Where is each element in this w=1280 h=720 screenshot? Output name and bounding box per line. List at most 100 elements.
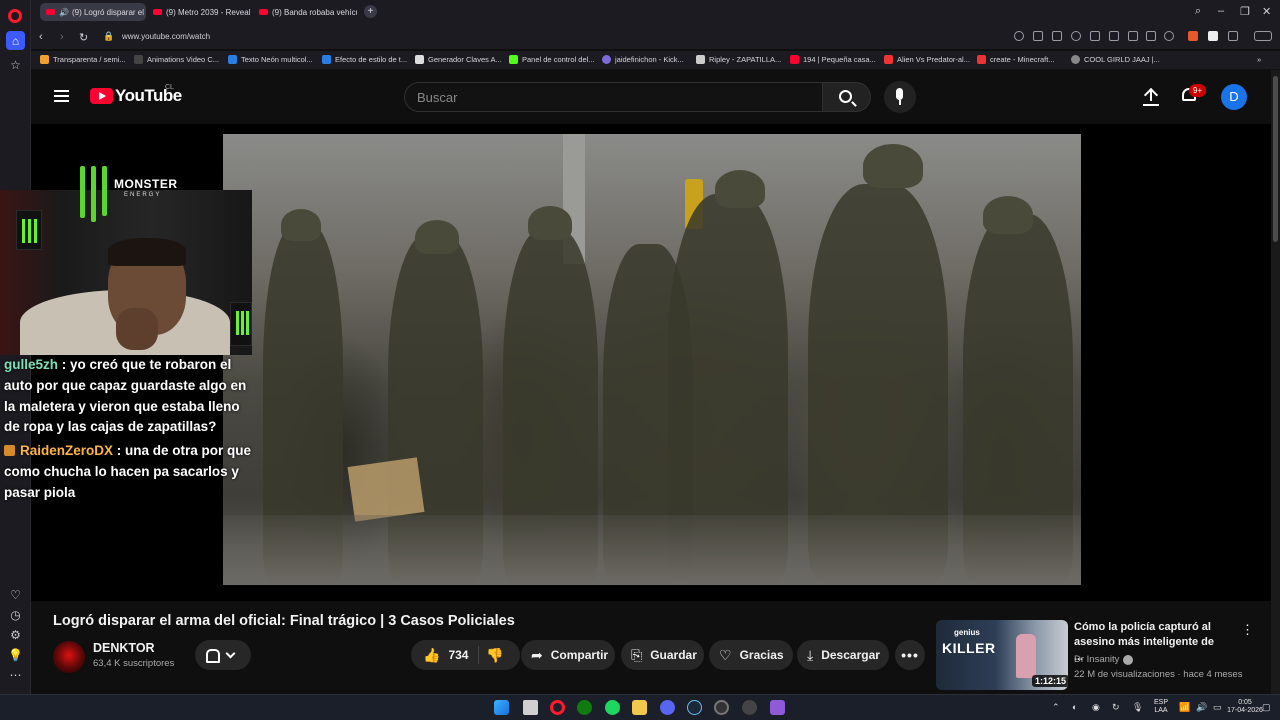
monster-logo: MONSTER — [114, 177, 178, 191]
channel-avatar[interactable] — [53, 641, 85, 673]
heart-icon[interactable]: ♡ — [6, 585, 25, 604]
app-icon[interactable] — [742, 700, 757, 715]
url-field[interactable]: www.youtube.com/watch — [122, 32, 210, 41]
shield-icon[interactable] — [1071, 31, 1081, 41]
helmet — [415, 220, 459, 254]
share-button[interactable]: ➦ Compartir — [521, 640, 615, 670]
xbox-icon[interactable] — [577, 700, 592, 715]
close-button[interactable]: ✕ — [1262, 5, 1271, 18]
lock-icon: 🔒 — [103, 31, 115, 41]
search-input[interactable]: Buscar — [404, 82, 823, 112]
minimize-button[interactable]: – — [1218, 5, 1224, 17]
search-page-icon[interactable] — [1014, 31, 1024, 41]
windows-start-icon[interactable] — [494, 700, 509, 715]
bookmark-item[interactable]: Transparenta / semi... — [40, 55, 126, 64]
channel-name[interactable]: DENKTOR — [93, 641, 155, 655]
steam-icon[interactable] — [687, 700, 702, 715]
ai-icon[interactable] — [1254, 31, 1272, 41]
tray-mic-icon[interactable]: 🎙 — [1132, 702, 1143, 713]
file-explorer-icon[interactable] — [632, 700, 647, 715]
recommended-channel[interactable]: Dr Insanity — [1074, 654, 1134, 665]
helmet — [863, 144, 923, 188]
heart-outline-icon[interactable] — [1090, 31, 1100, 41]
search-tabs-icon[interactable]: ⌕ — [1195, 5, 1201, 18]
like-button[interactable]: 👍 734 👎 — [411, 640, 520, 670]
opera-logo-icon[interactable] — [8, 9, 22, 23]
opera-taskbar-icon[interactable] — [550, 700, 565, 715]
voice-search-button[interactable] — [884, 81, 916, 113]
tab-3[interactable]: (9) Banda robaba vehículo — [253, 3, 357, 21]
youtube-logo-icon[interactable] — [90, 88, 113, 104]
kebab-menu-icon[interactable]: ⋮ — [1241, 622, 1254, 638]
extension-icon[interactable] — [1208, 31, 1218, 41]
chat-overlay: gulle5zh : yo creó que te robaron el aut… — [4, 355, 254, 507]
tray-app-icon[interactable]: ◐ — [1072, 702, 1077, 712]
play-icon[interactable] — [1109, 31, 1119, 41]
spotify-icon[interactable] — [605, 700, 620, 715]
extension-icon[interactable] — [1188, 31, 1198, 41]
battery-icon[interactable]: ▭ — [1213, 702, 1222, 713]
profile-icon[interactable] — [1164, 31, 1174, 41]
bookmark-item[interactable]: Ripley - ZAPATILLA... — [696, 55, 781, 64]
discord-icon[interactable] — [660, 700, 675, 715]
thanks-label: Gracias — [739, 648, 784, 662]
avatar[interactable]: D — [1221, 84, 1247, 110]
bookmark-item[interactable]: COOL GIRLD JAAJ |... — [1071, 55, 1160, 64]
bookmark-item[interactable]: create - Minecraft... — [977, 55, 1055, 64]
more-icon[interactable]: ⋯ — [6, 665, 25, 684]
tray-chevron-icon[interactable]: ⌃ — [1052, 702, 1060, 713]
share-label: Compartir — [550, 648, 609, 662]
download-button[interactable]: ⤓ Descargar — [797, 640, 889, 670]
volume-icon[interactable]: 🔊 — [1196, 702, 1207, 713]
camera-icon[interactable] — [1052, 31, 1062, 41]
bookmark-item[interactable]: Panel de control del... — [509, 55, 595, 64]
notifications-tray-icon[interactable]: ▢ — [1262, 702, 1271, 713]
language-indicator[interactable]: ESP LAA — [1150, 699, 1172, 715]
bookmark-item[interactable]: Alien Vs Predator-al... — [884, 55, 970, 64]
star-icon[interactable]: ☆ — [6, 55, 25, 74]
new-tab-button[interactable]: + — [364, 5, 377, 18]
bookmark-item[interactable]: Efecto de estilo de t... — [322, 55, 407, 64]
subscription-bell-button[interactable] — [195, 640, 251, 670]
tab-2[interactable]: (9) Metro 2039 - Reveal Tr — [147, 3, 251, 21]
edit-icon[interactable] — [1033, 31, 1043, 41]
settings-icon[interactable]: ⚙ — [6, 625, 25, 644]
more-actions-button[interactable]: ••• — [895, 640, 925, 670]
search-button[interactable] — [823, 82, 871, 112]
menu-icon[interactable] — [1146, 31, 1156, 41]
maximize-button[interactable]: ❐ — [1240, 5, 1250, 18]
extensions-puzzle-icon[interactable] — [1228, 31, 1238, 41]
tray-sync-icon[interactable]: ↻ — [1112, 702, 1120, 713]
clock[interactable]: 0:05 17-04-2026 — [1224, 699, 1266, 715]
bookmark-item[interactable]: jaidefinichon - Kick... — [602, 55, 684, 64]
upload-icon[interactable] — [1143, 87, 1159, 105]
app-icon[interactable] — [770, 700, 785, 715]
thanks-button[interactable]: ♡ Gracias — [709, 640, 793, 670]
reload-icon[interactable]: ↻ — [79, 31, 88, 44]
obs-icon[interactable] — [714, 700, 729, 715]
history-icon[interactable]: ◷ — [6, 605, 25, 624]
box-badge-icon — [4, 445, 15, 457]
bookmark-item[interactable]: Generador Claves A... — [415, 55, 502, 64]
tab-1[interactable]: 🔊 (9) Logró disparar el a — [40, 3, 146, 21]
download-icon[interactable] — [1128, 31, 1138, 41]
tray-steam-icon[interactable]: ◉ — [1092, 702, 1100, 713]
bookmarks-more-icon[interactable]: » — [1257, 55, 1261, 64]
forward-icon[interactable]: › — [60, 31, 64, 43]
wifi-icon[interactable]: 📶 — [1179, 702, 1190, 713]
save-button[interactable]: ⎘ Guardar — [621, 640, 704, 670]
bookmark-item[interactable]: Texto Neón multicol... — [228, 55, 313, 64]
home-icon[interactable]: ⌂ — [6, 31, 25, 50]
bookmark-item[interactable]: 194 | Pequeña casa... — [790, 55, 876, 64]
scrollbar-thumb[interactable] — [1273, 76, 1278, 242]
verified-icon — [1123, 654, 1134, 665]
task-view-icon[interactable] — [523, 700, 538, 715]
speaker-icon[interactable]: 🔊 — [59, 8, 69, 17]
lightbulb-icon[interactable]: 💡 — [6, 645, 25, 664]
bookmark-item[interactable]: Animations Video C... — [134, 55, 219, 64]
recommended-thumbnail[interactable]: genius KILLER 1:12:15 — [936, 620, 1068, 690]
back-icon[interactable]: ‹ — [39, 31, 43, 43]
thumbs-down-icon[interactable]: 👎 — [486, 647, 503, 664]
video-frame[interactable] — [223, 134, 1081, 585]
menu-hamburger-icon[interactable] — [54, 90, 69, 102]
